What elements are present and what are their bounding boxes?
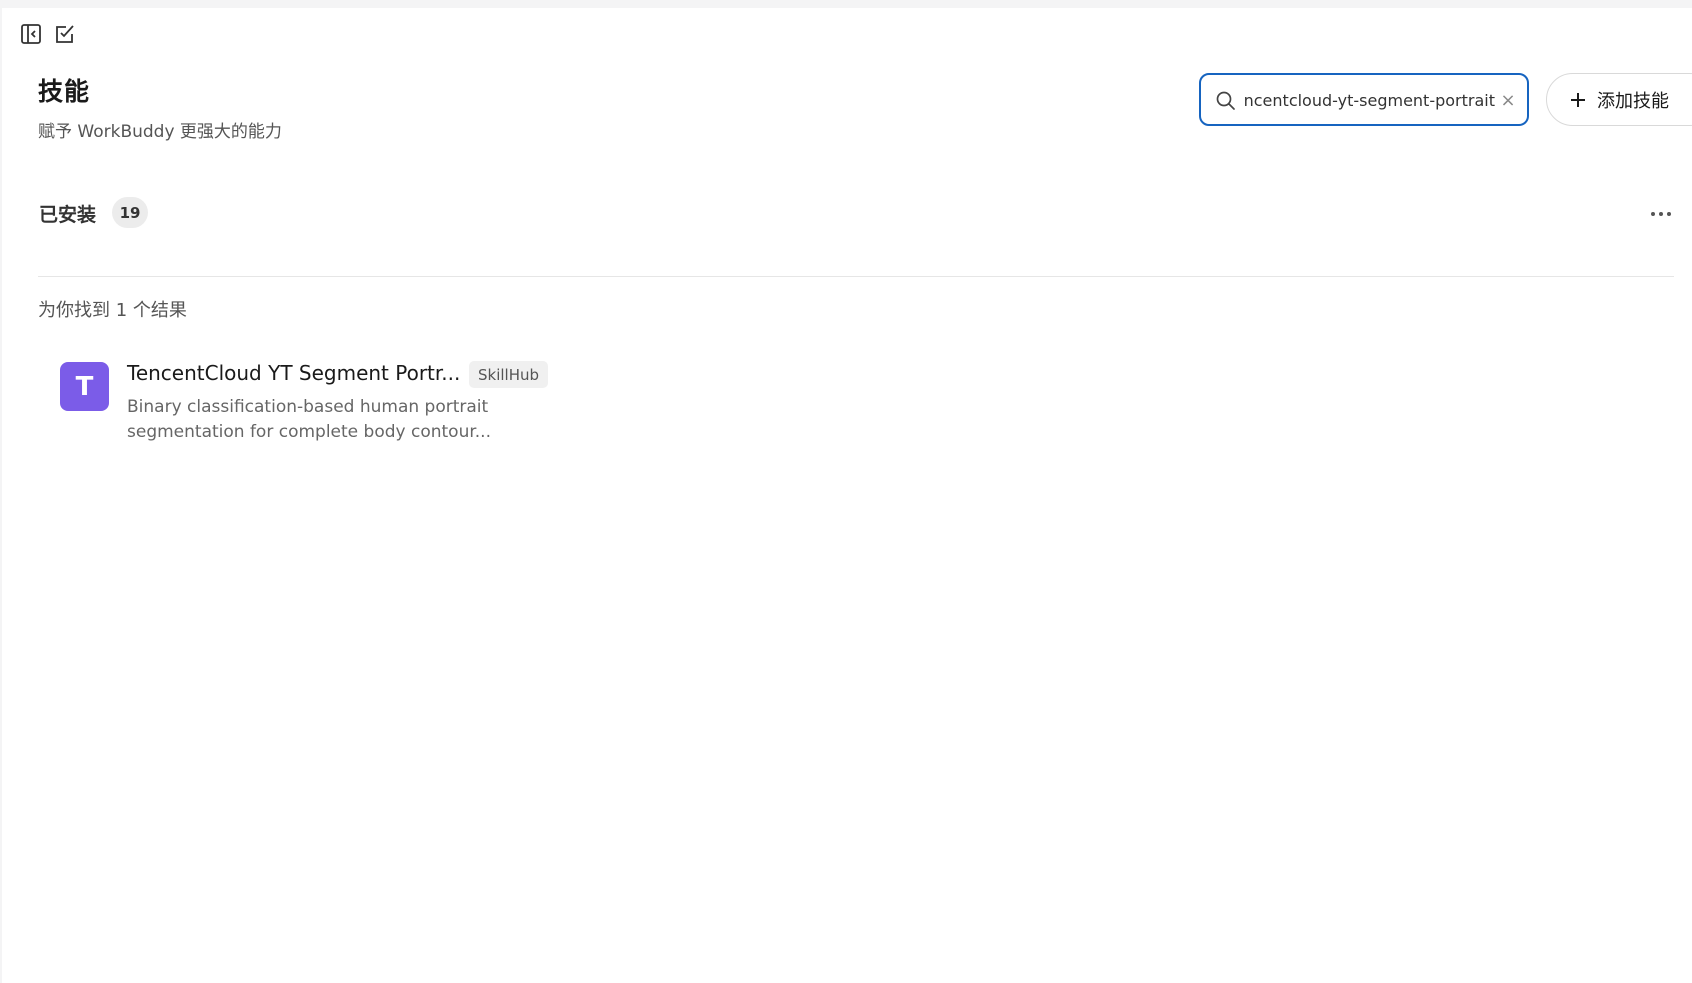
more-options-icon[interactable] [1646, 200, 1676, 228]
installed-count-badge: 19 [112, 197, 148, 228]
installed-section-title: 已安装 [39, 204, 97, 226]
skill-name: TencentCloud YT Segment Portr... [127, 361, 461, 385]
window-left-border [0, 0, 2, 983]
search-input[interactable] [1245, 85, 1495, 115]
result-summary: 为你找到 1 个结果 [38, 300, 187, 321]
skill-description-line: segmentation for complete body contour..… [127, 422, 491, 442]
plus-icon [1569, 91, 1587, 109]
skill-avatar: T [60, 362, 109, 411]
search-icon [1215, 90, 1237, 112]
skills-page: 技能 赋予 WorkBuddy 更强大的能力 × 添加技能 已安装 19 [0, 0, 1692, 983]
clear-search-icon[interactable]: × [1497, 89, 1519, 111]
new-task-icon[interactable] [53, 22, 77, 46]
section-divider [38, 276, 1674, 277]
skill-card[interactable]: T TencentCloud YT Segment Portr... Skill… [50, 350, 610, 460]
add-skill-button[interactable]: 添加技能 [1546, 73, 1692, 126]
page-title: 技能 [38, 77, 91, 106]
page-subtitle: 赋予 WorkBuddy 更强大的能力 [38, 122, 282, 142]
add-skill-label: 添加技能 [1597, 90, 1669, 112]
sidebar-collapse-icon[interactable] [19, 22, 43, 46]
skill-source-badge: SkillHub [469, 361, 549, 388]
window-top-bar [0, 0, 1692, 8]
skill-description: Binary classification-based human portra… [127, 395, 497, 445]
skill-description-line: Binary classification-based human portra… [127, 397, 489, 417]
search-box[interactable]: × [1199, 73, 1529, 126]
